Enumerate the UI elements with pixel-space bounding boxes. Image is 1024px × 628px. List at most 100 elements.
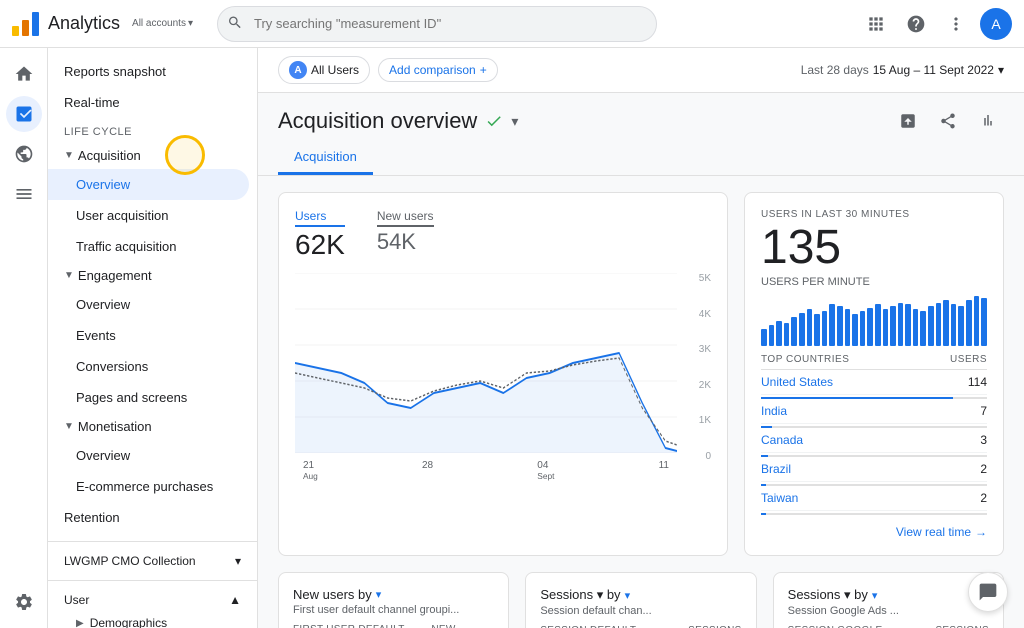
lwgmp-header[interactable]: LWGMP CMO Collection ▾ [64,550,241,572]
bottom-panel-0: New users by ▾ First user default channe… [278,572,509,628]
rt-country-name[interactable]: Canada [761,433,803,447]
chart-yaxis: 5K 4K 3K 2K 1K 0 [681,273,711,482]
rail-home-icon[interactable] [6,56,42,92]
sidebar-item-retention[interactable]: Retention [48,502,257,533]
realtime-bar [951,304,957,346]
insights-icon[interactable] [972,105,1004,137]
sidebar-item-realtime[interactable]: Real-time [48,87,257,118]
topbar-actions: A [860,8,1012,40]
rt-country-row: Brazil 2 [761,457,987,486]
rt-country-name[interactable]: United States [761,375,833,389]
rt-bar-line [761,513,987,515]
bottom-panel-1: Sessions ▾ by ▾ Session default chan... … [525,572,756,628]
realtime-bar [867,308,873,346]
sidebar-item-traffic-acquisition[interactable]: Traffic acquisition [48,231,257,262]
title-dropdown-icon[interactable]: ▾ [511,113,518,130]
more-options-icon[interactable] [940,8,972,40]
bp-title: Sessions ▾ by ▾ [540,587,741,603]
realtime-bar [936,303,942,346]
account-selector[interactable]: All accounts ▾ [132,18,193,29]
sidebar-item-acquisition-overview[interactable]: Overview [48,169,249,200]
sidebar-engagement-header[interactable]: ▼ Engagement [48,262,257,289]
bp-dropdown-icon[interactable]: ▾ [625,589,631,602]
realtime-bar [905,304,911,346]
rt-country-row: United States 114 [761,370,987,399]
apps-icon[interactable] [860,8,892,40]
chart-container: 21Aug 28 04Sept 11 5K 4K 3K 2K 1K [295,273,711,482]
rt-country-row: Taiwan 2 [761,486,987,515]
bp-subtitle: Session Google Ads ... [788,605,989,617]
rt-table-header: TOP COUNTRIES USERS [761,354,987,370]
line-chart [295,273,677,453]
sidebar-item-pages-screens[interactable]: Pages and screens [48,382,257,413]
rt-bar-line [761,455,987,457]
realtime-bar [761,329,767,346]
add-comparison-button[interactable]: Add comparison + [378,58,498,82]
sidebar-item-engagement-overview[interactable]: Overview [48,289,257,320]
bp-title: Sessions ▾ by ▾ ▼ [788,587,989,603]
rt-bar-fill [761,455,768,457]
sidebar-item-user-acquisition[interactable]: User acquisition [48,200,257,231]
main-grid: Users 62K New users 54K [258,176,1024,572]
realtime-bar [791,317,797,346]
topbar: Analytics All accounts ▾ A [0,0,1024,48]
rail-reports-icon[interactable] [6,96,42,132]
bp-dropdown-icon[interactable]: ▾ [872,589,878,602]
logo-area: Analytics All accounts ▾ [12,12,193,36]
export-icon[interactable] [932,105,964,137]
search-input[interactable] [217,6,657,42]
all-users-button[interactable]: A All Users [278,56,370,84]
rail-explore-icon[interactable] [6,136,42,172]
sidebar-item-ecommerce[interactable]: E-commerce purchases [48,471,257,502]
rt-row: Canada 3 [761,428,987,453]
realtime-bar [958,306,964,346]
rt-country-name[interactable]: Taiwan [761,491,798,505]
rt-country-name[interactable]: India [761,404,787,418]
realtime-bar [928,306,934,346]
user-section: User ▲ ▶ Demographics ▶ Tech [48,580,257,628]
content-topbar: A All Users Add comparison + Last 28 day… [258,48,1024,93]
user-section-header[interactable]: User ▲ [64,589,241,611]
new-users-metric[interactable]: New users 54K [377,209,434,261]
tabs: Acquisition [258,141,1024,176]
share-icon[interactable] [892,105,924,137]
rt-bar-line [761,397,987,399]
sidebar-item-demographics[interactable]: ▶ Demographics [76,611,241,628]
lwgmp-section: LWGMP CMO Collection ▾ [48,541,257,580]
rail-advertising-icon[interactable] [6,176,42,212]
date-range-selector[interactable]: Last 28 days 15 Aug – 11 Sept 2022 ▾ [801,63,1004,77]
bp-subtitle: Session default chan... [540,605,741,617]
realtime-bar [890,306,896,346]
realtime-sublabel: USERS PER MINUTE [761,276,987,288]
content: A All Users Add comparison + Last 28 day… [258,48,1024,628]
rail-settings-icon[interactable] [6,584,42,620]
bottom-panels: New users by ▾ First user default channe… [258,572,1024,628]
user-avatar[interactable]: A [980,8,1012,40]
tab-acquisition[interactable]: Acquisition [278,141,373,175]
rt-bar-fill [761,397,953,399]
sidebar-item-monetisation-overview[interactable]: Overview [48,440,257,471]
view-realtime-link[interactable]: View real time → [761,525,987,539]
chat-bubble-button[interactable] [968,572,1008,612]
realtime-bar [814,314,820,346]
help-icon[interactable] [900,8,932,40]
realtime-bar [913,309,919,347]
rt-country-count: 114 [968,375,987,389]
realtime-bar [943,300,949,346]
sidebar-monetisation-header[interactable]: ▼ Monetisation [48,413,257,440]
rt-row: Taiwan 2 [761,486,987,511]
chart-metrics: Users 62K New users 54K [295,209,711,261]
sidebar-item-events[interactable]: Events [48,320,257,351]
sidebar-item-conversions[interactable]: Conversions [48,351,257,382]
bp-dropdown-icon[interactable]: ▾ [376,588,382,601]
search-icon [227,14,243,33]
users-metric[interactable]: Users 62K [295,209,345,261]
rt-country-name[interactable]: Brazil [761,462,791,476]
realtime-bar [920,311,926,346]
rt-bar-fill [761,484,766,486]
sidebar-acquisition-header[interactable]: ▼ Acquisition [48,142,257,169]
realtime-bar [966,300,972,346]
realtime-bar [875,304,881,346]
sidebar-item-reports-snapshot[interactable]: Reports snapshot [48,56,257,87]
verified-icon [485,112,503,130]
